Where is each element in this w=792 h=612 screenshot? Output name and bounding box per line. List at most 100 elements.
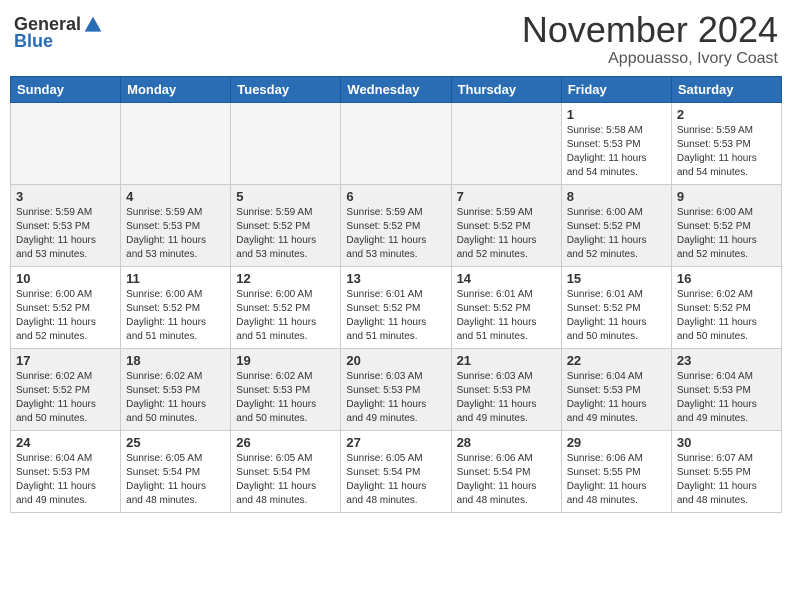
calendar-day-cell — [121, 102, 231, 184]
calendar-day-cell: 27 Sunrise: 6:05 AM Sunset: 5:54 PM Dayli… — [341, 430, 451, 512]
day-number: 9 — [677, 189, 776, 204]
day-info: Sunrise: 5:58 AM Sunset: 5:53 PM Dayligh… — [567, 124, 666, 180]
day-number: 12 — [236, 271, 335, 286]
day-number: 23 — [677, 353, 776, 368]
calendar-day-cell: 1Sunrise: 5:58 AM Sunset: 5:53 PM Daylig… — [561, 102, 671, 184]
calendar-week-row: 1Sunrise: 5:58 AM Sunset: 5:53 PM Daylig… — [11, 102, 782, 184]
day-number: 4 — [126, 189, 225, 204]
logo-blue-text: Blue — [14, 31, 53, 52]
calendar-day-cell: 14 Sunrise: 6:01 AM Sunset: 5:52 PM Dayli… — [451, 266, 561, 348]
day-number: 29 — [567, 435, 666, 450]
day-info: Sunrise: 6:01 AM Sunset: 5:52 PM Dayligh… — [346, 288, 445, 344]
day-info: Sunrise: 6:01 AM Sunset: 5:52 PM Dayligh… — [457, 288, 556, 344]
day-number: 7 — [457, 189, 556, 204]
day-info: Sunrise: 5:59 AM Sunset: 5:52 PM Dayligh… — [457, 206, 556, 262]
calendar-day-cell — [451, 102, 561, 184]
day-info: Sunrise: 6:02 AM Sunset: 5:52 PM Dayligh… — [677, 288, 776, 344]
day-info: Sunrise: 6:03 AM Sunset: 5:53 PM Dayligh… — [457, 370, 556, 426]
day-info: Sunrise: 6:05 AM Sunset: 5:54 PM Dayligh… — [346, 452, 445, 508]
calendar-day-cell — [341, 102, 451, 184]
calendar-day-cell: 5 Sunrise: 5:59 AM Sunset: 5:52 PM Daylig… — [231, 184, 341, 266]
page-header: General Blue November 2024 Appouasso, Iv… — [10, 10, 782, 68]
day-number: 20 — [346, 353, 445, 368]
title-section: November 2024 Appouasso, Ivory Coast — [522, 10, 778, 68]
day-info: Sunrise: 6:04 AM Sunset: 5:53 PM Dayligh… — [16, 452, 115, 508]
day-number: 3 — [16, 189, 115, 204]
calendar-week-row: 17 Sunrise: 6:02 AM Sunset: 5:52 PM Dayli… — [11, 348, 782, 430]
calendar-day-cell: 18 Sunrise: 6:02 AM Sunset: 5:53 PM Dayli… — [121, 348, 231, 430]
day-info: Sunrise: 6:07 AM Sunset: 5:55 PM Dayligh… — [677, 452, 776, 508]
day-info: Sunrise: 6:05 AM Sunset: 5:54 PM Dayligh… — [236, 452, 335, 508]
weekday-header-row: SundayMondayTuesdayWednesdayThursdayFrid… — [11, 76, 782, 102]
calendar-week-row: 10 Sunrise: 6:00 AM Sunset: 5:52 PM Dayli… — [11, 266, 782, 348]
calendar-day-cell: 6 Sunrise: 5:59 AM Sunset: 5:52 PM Daylig… — [341, 184, 451, 266]
day-number: 28 — [457, 435, 556, 450]
calendar-day-cell: 10 Sunrise: 6:00 AM Sunset: 5:52 PM Dayli… — [11, 266, 121, 348]
calendar-day-cell: 30Sunrise: 6:07 AM Sunset: 5:55 PM Dayli… — [671, 430, 781, 512]
weekday-header-wednesday: Wednesday — [341, 76, 451, 102]
calendar-day-cell: 20 Sunrise: 6:03 AM Sunset: 5:53 PM Dayli… — [341, 348, 451, 430]
calendar-day-cell: 24 Sunrise: 6:04 AM Sunset: 5:53 PM Dayli… — [11, 430, 121, 512]
calendar-week-row: 24 Sunrise: 6:04 AM Sunset: 5:53 PM Dayli… — [11, 430, 782, 512]
day-number: 8 — [567, 189, 666, 204]
calendar-day-cell: 26Sunrise: 6:05 AM Sunset: 5:54 PM Dayli… — [231, 430, 341, 512]
day-info: Sunrise: 6:01 AM Sunset: 5:52 PM Dayligh… — [567, 288, 666, 344]
calendar-day-cell: 22 Sunrise: 6:04 AM Sunset: 5:53 PM Dayli… — [561, 348, 671, 430]
weekday-header-tuesday: Tuesday — [231, 76, 341, 102]
location: Appouasso, Ivory Coast — [522, 50, 778, 68]
calendar-day-cell: 7 Sunrise: 5:59 AM Sunset: 5:52 PM Daylig… — [451, 184, 561, 266]
calendar-day-cell: 25 Sunrise: 6:05 AM Sunset: 5:54 PM Dayli… — [121, 430, 231, 512]
calendar-day-cell: 4 Sunrise: 5:59 AM Sunset: 5:53 PM Daylig… — [121, 184, 231, 266]
day-number: 18 — [126, 353, 225, 368]
weekday-header-sunday: Sunday — [11, 76, 121, 102]
day-number: 14 — [457, 271, 556, 286]
weekday-header-friday: Friday — [561, 76, 671, 102]
calendar-day-cell: 3 Sunrise: 5:59 AM Sunset: 5:53 PM Daylig… — [11, 184, 121, 266]
day-number: 17 — [16, 353, 115, 368]
day-number: 10 — [16, 271, 115, 286]
day-info: Sunrise: 6:00 AM Sunset: 5:52 PM Dayligh… — [677, 206, 776, 262]
day-number: 5 — [236, 189, 335, 204]
day-number: 21 — [457, 353, 556, 368]
day-number: 11 — [126, 271, 225, 286]
calendar-day-cell — [231, 102, 341, 184]
day-number: 22 — [567, 353, 666, 368]
day-info: Sunrise: 6:00 AM Sunset: 5:52 PM Dayligh… — [16, 288, 115, 344]
day-number: 15 — [567, 271, 666, 286]
day-info: Sunrise: 6:00 AM Sunset: 5:52 PM Dayligh… — [567, 206, 666, 262]
month-title: November 2024 — [522, 10, 778, 50]
calendar-day-cell: 19Sunrise: 6:02 AM Sunset: 5:53 PM Dayli… — [231, 348, 341, 430]
day-info: Sunrise: 6:04 AM Sunset: 5:53 PM Dayligh… — [567, 370, 666, 426]
calendar-day-cell: 21 Sunrise: 6:03 AM Sunset: 5:53 PM Dayli… — [451, 348, 561, 430]
day-number: 24 — [16, 435, 115, 450]
day-info: Sunrise: 5:59 AM Sunset: 5:53 PM Dayligh… — [677, 124, 776, 180]
calendar-day-cell: 12Sunrise: 6:00 AM Sunset: 5:52 PM Dayli… — [231, 266, 341, 348]
day-number: 6 — [346, 189, 445, 204]
day-info: Sunrise: 5:59 AM Sunset: 5:52 PM Dayligh… — [236, 206, 335, 262]
day-info: Sunrise: 5:59 AM Sunset: 5:53 PM Dayligh… — [126, 206, 225, 262]
calendar-day-cell: 2 Sunrise: 5:59 AM Sunset: 5:53 PM Daylig… — [671, 102, 781, 184]
day-info: Sunrise: 5:59 AM Sunset: 5:52 PM Dayligh… — [346, 206, 445, 262]
calendar-day-cell: 23 Sunrise: 6:04 AM Sunset: 5:53 PM Dayli… — [671, 348, 781, 430]
day-info: Sunrise: 6:02 AM Sunset: 5:53 PM Dayligh… — [126, 370, 225, 426]
calendar-day-cell: 29 Sunrise: 6:06 AM Sunset: 5:55 PM Dayli… — [561, 430, 671, 512]
calendar-day-cell: 11Sunrise: 6:00 AM Sunset: 5:52 PM Dayli… — [121, 266, 231, 348]
day-info: Sunrise: 6:05 AM Sunset: 5:54 PM Dayligh… — [126, 452, 225, 508]
day-info: Sunrise: 6:06 AM Sunset: 5:55 PM Dayligh… — [567, 452, 666, 508]
day-info: Sunrise: 6:03 AM Sunset: 5:53 PM Dayligh… — [346, 370, 445, 426]
calendar-day-cell: 17 Sunrise: 6:02 AM Sunset: 5:52 PM Dayli… — [11, 348, 121, 430]
day-number: 2 — [677, 107, 776, 122]
calendar-day-cell: 13 Sunrise: 6:01 AM Sunset: 5:52 PM Dayli… — [341, 266, 451, 348]
logo: General Blue — [14, 14, 103, 52]
weekday-header-thursday: Thursday — [451, 76, 561, 102]
calendar-day-cell: 28 Sunrise: 6:06 AM Sunset: 5:54 PM Dayli… — [451, 430, 561, 512]
day-number: 13 — [346, 271, 445, 286]
day-info: Sunrise: 6:06 AM Sunset: 5:54 PM Dayligh… — [457, 452, 556, 508]
day-number: 25 — [126, 435, 225, 450]
calendar-day-cell: 8 Sunrise: 6:00 AM Sunset: 5:52 PM Daylig… — [561, 184, 671, 266]
logo-icon — [83, 15, 103, 35]
day-info: Sunrise: 5:59 AM Sunset: 5:53 PM Dayligh… — [16, 206, 115, 262]
day-number: 27 — [346, 435, 445, 450]
day-info: Sunrise: 6:02 AM Sunset: 5:52 PM Dayligh… — [16, 370, 115, 426]
day-info: Sunrise: 6:04 AM Sunset: 5:53 PM Dayligh… — [677, 370, 776, 426]
